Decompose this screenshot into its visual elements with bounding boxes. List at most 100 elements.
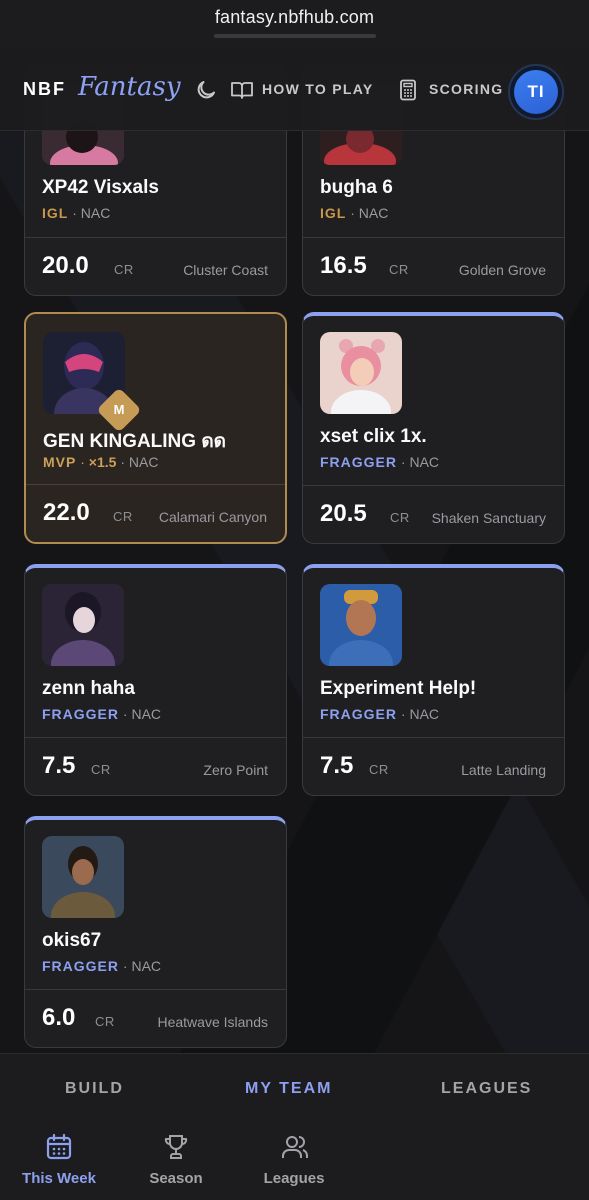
role-label: MVP [43,454,77,470]
player-name: zenn haha [42,678,135,699]
cr-unit: CR [95,1014,115,1029]
meta-separator: · [400,454,406,470]
role-label: FRAGGER [320,706,397,722]
player-meta: IGL · NAC [42,205,110,221]
card-footer: 6.0 CR Heatwave Islands [25,989,286,1047]
mvp-badge-icon: M [96,387,142,433]
player-meta: MVP · ×1.5 · NAC [43,454,158,470]
cr-unit: CR [369,762,389,777]
mvp-badge-letter: M [113,402,125,417]
card-footer: 16.5 CR Golden Grove [303,237,564,295]
bottom-navigation: BUILD MY TEAM LEAGUES This Week Season L… [0,1053,589,1200]
player-meta: FRAGGER · NAC [320,454,439,470]
nav-this-week[interactable]: This Week [20,1170,98,1187]
player-card[interactable]: xset clix 1x. FRAGGER · NAC 20.5 CR Shak… [302,312,565,544]
region-label: NAC [131,706,162,722]
player-portrait [320,332,402,414]
card-footer: 7.5 CR Zero Point [25,737,286,795]
moon-icon[interactable] [194,78,218,102]
card-footer: 20.5 CR Shaken Sanctuary [303,485,564,543]
player-name: bugha 6 [320,177,393,198]
player-portrait [42,584,124,666]
multiplier-label: ×1.5 [88,454,117,470]
points-value: 7.5 [42,752,76,779]
region-label: NAC [409,454,440,470]
tab-my-team[interactable]: MY TEAM [245,1080,332,1098]
book-icon[interactable] [230,78,254,102]
brand-primary: NBF [23,79,66,99]
how-to-play-link[interactable]: HOW TO PLAY [262,81,374,97]
calendar-icon[interactable] [44,1132,74,1162]
meta-separator: · [80,454,85,470]
meta-separator: · [122,958,128,974]
player-name: okis67 [42,930,102,951]
region-label: NAC [131,958,162,974]
url-bar-grip [214,34,376,38]
map-name: Shaken Sanctuary [431,510,546,526]
cr-unit: CR [389,262,409,277]
region-label: NAC [409,706,440,722]
region-label: NAC [128,454,159,470]
scoring-link[interactable]: SCORING [429,81,503,97]
card-footer: 7.5 CR Latte Landing [303,737,564,795]
card-footer: 20.0 CR Cluster Coast [25,237,286,295]
player-card[interactable]: Experiment Help! FRAGGER · NAC 7.5 CR La… [302,564,565,796]
map-name: Heatwave Islands [157,1014,268,1030]
player-card-mvp[interactable]: GEN KINGALING ดด MVP · ×1.5 · NAC 22.0 C… [24,312,287,544]
url-text: fantasy.nbfhub.com [214,7,375,27]
points-value: 20.5 [320,500,367,527]
player-meta: FRAGGER · NAC [320,706,439,722]
points-value: 6.0 [42,1004,76,1031]
role-label: FRAGGER [42,706,119,722]
player-name: GEN KINGALING ดด [43,431,227,452]
player-name: XP42 Visxals [42,177,159,198]
role-label: IGL [320,205,347,221]
calculator-icon[interactable] [396,78,420,102]
brand-logo[interactable]: NBF Fantasy [23,72,181,102]
points-value: 7.5 [320,752,354,779]
app-header: NBF Fantasy HOW TO PLAY SCORING [0,48,589,131]
player-portrait [42,836,124,918]
points-value: 22.0 [43,499,90,526]
player-meta: IGL · NAC [320,205,388,221]
meta-separator: · [72,205,77,221]
cr-unit: CR [113,509,133,524]
player-name: Experiment Help! [320,678,477,699]
cr-unit: CR [114,262,134,277]
map-name: Golden Grove [458,262,546,278]
player-card[interactable]: okis67 FRAGGER · NAC 6.0 CR Heatwave Isl… [24,816,287,1048]
tab-build[interactable]: BUILD [65,1080,124,1098]
cr-unit: CR [91,762,111,777]
role-label: FRAGGER [42,958,119,974]
map-name: Calamari Canyon [158,509,267,525]
points-value: 20.0 [42,252,89,279]
meta-separator: · [400,706,406,722]
player-meta: FRAGGER · NAC [42,958,161,974]
card-footer: 22.0 CR Calamari Canyon [26,484,285,542]
users-icon[interactable] [280,1132,310,1162]
player-meta: FRAGGER · NAC [42,706,161,722]
map-name: Zero Point [203,762,268,778]
tab-leagues[interactable]: LEAGUES [441,1080,532,1098]
nav-season[interactable]: Season [141,1170,211,1187]
cr-unit: CR [390,510,410,525]
role-label: FRAGGER [320,454,397,470]
meta-separator: · [120,454,125,470]
meta-separator: · [350,205,355,221]
avatar-initials: TI [514,70,558,114]
region-label: NAC [80,205,111,221]
map-name: Cluster Coast [183,262,268,278]
meta-separator: · [122,706,128,722]
trophy-icon[interactable] [161,1132,191,1162]
browser-url-bar[interactable]: fantasy.nbfhub.com [0,0,589,48]
nav-leagues[interactable]: Leagues [258,1170,330,1187]
points-value: 16.5 [320,252,367,279]
player-portrait [320,584,402,666]
user-avatar-button[interactable]: TI [508,64,564,120]
role-label: IGL [42,205,69,221]
map-name: Latte Landing [461,762,546,778]
region-label: NAC [358,205,389,221]
player-card[interactable]: zenn haha FRAGGER · NAC 7.5 CR Zero Poin… [24,564,287,796]
brand-secondary: Fantasy [78,72,181,102]
player-name: xset clix 1x. [320,426,427,447]
